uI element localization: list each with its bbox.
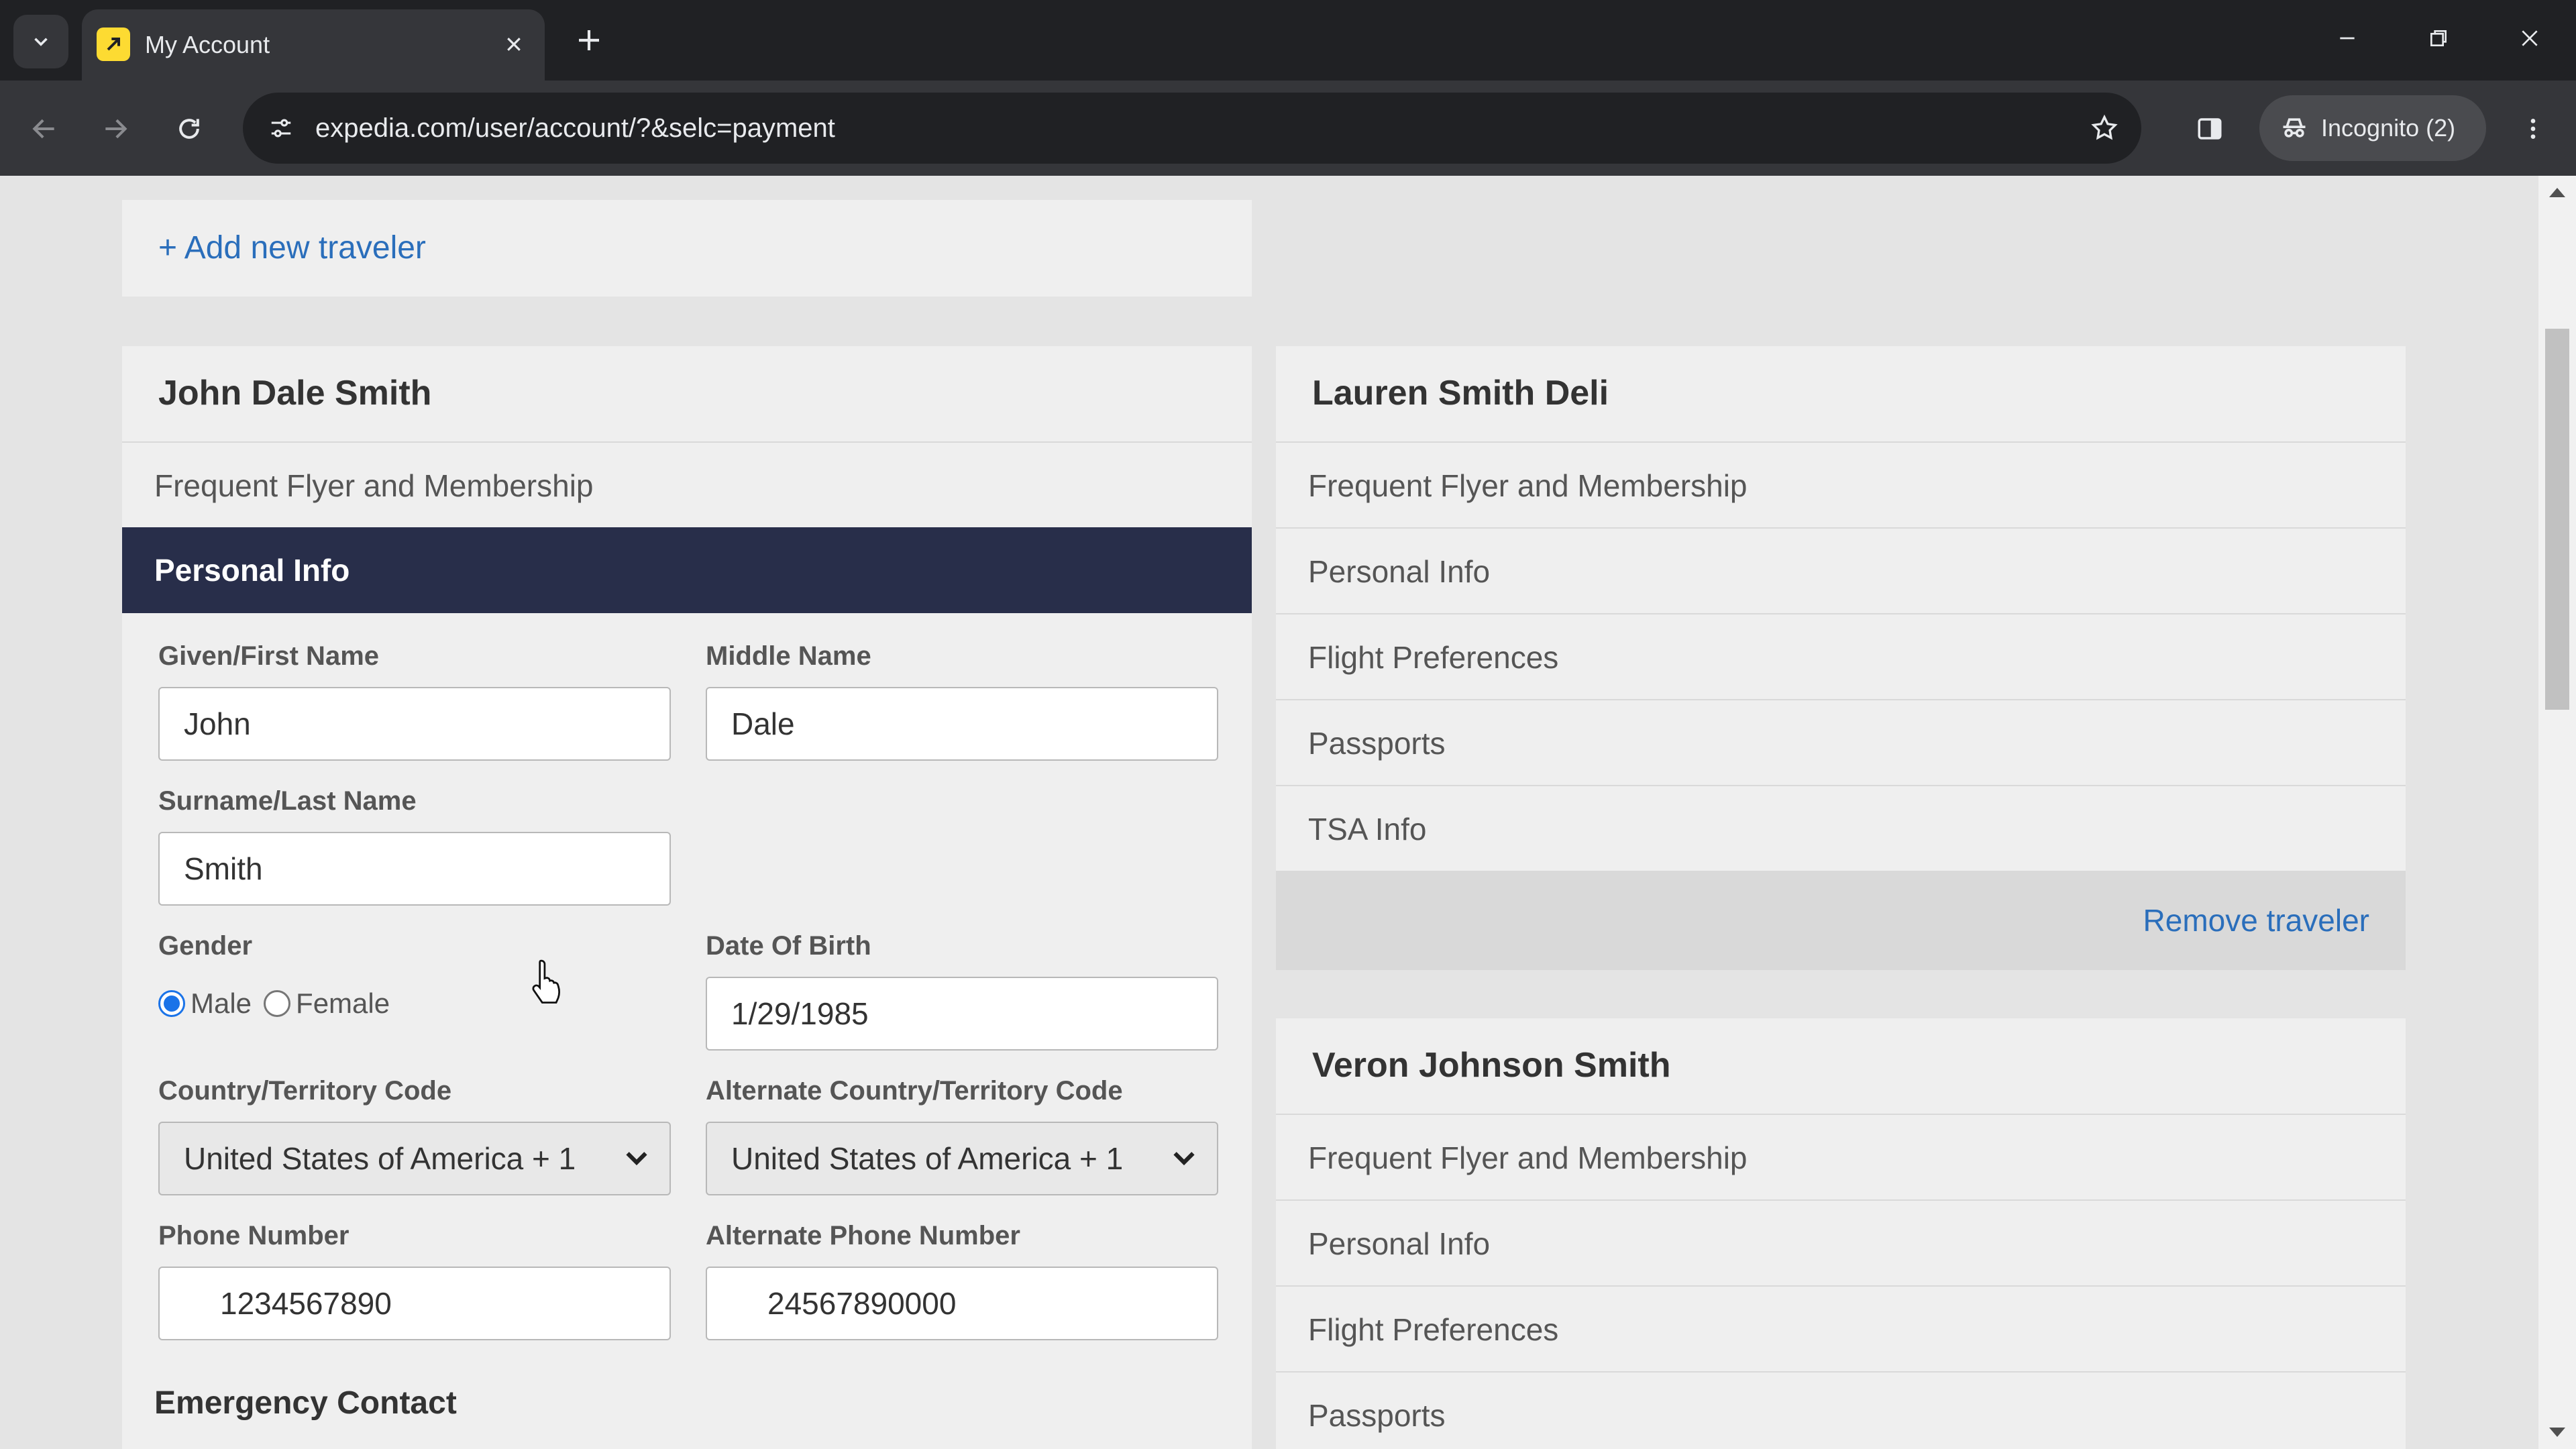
alt-country-code-select[interactable]: United States of America + 1 (706, 1122, 1218, 1195)
restore-icon[interactable] (2402, 9, 2475, 67)
section-label: Frequent Flyer and Membership (1308, 468, 1748, 503)
url-text: expedia.com/user/account/?&selc=payment (315, 113, 835, 143)
section-label: Frequent Flyer and Membership (154, 468, 594, 503)
traveler-name: John Dale Smith (158, 374, 432, 413)
section-label: Personal Info (1308, 1226, 1491, 1261)
remove-traveler-link[interactable]: Remove traveler (2143, 871, 2369, 970)
emergency-contact-heading: Emergency Contact (154, 1385, 457, 1421)
alt-country-code-value: United States of America + 1 (731, 1141, 1124, 1176)
chevron-down-icon (1173, 1152, 1195, 1166)
section-label: Frequent Flyer and Membership (1308, 1140, 1748, 1175)
traveler-name: Lauren Smith Deli (1312, 374, 1609, 413)
tab-close-icon[interactable] (495, 25, 533, 63)
expedia-favicon-icon (97, 28, 130, 61)
country-code-label: Country/Territory Code (158, 1076, 452, 1106)
traveler-card: Lauren Smith Deli Frequent Flyer and Mem… (1276, 346, 2406, 970)
alt-phone-input[interactable] (706, 1267, 1218, 1340)
back-arrow-icon[interactable] (20, 105, 68, 153)
hand-cursor-icon (532, 959, 560, 1004)
phone-input[interactable] (158, 1267, 671, 1340)
alt-phone-label: Alternate Phone Number (706, 1221, 1020, 1250)
section-label: Flight Preferences (1308, 1312, 1559, 1347)
browser-toolbar: expedia.com/user/account/?&selc=payment … (0, 80, 2576, 176)
add-traveler-card: + Add new traveler (122, 200, 1252, 297)
country-code-select[interactable]: United States of America + 1 (158, 1122, 671, 1195)
section-label: Personal Info (154, 553, 350, 588)
traveler-card: Veron Johnson Smith Frequent Flyer and M… (1276, 1018, 2406, 1449)
scroll-up-arrow-icon[interactable] (2548, 185, 2567, 199)
section-frequent-flyer[interactable]: Frequent Flyer and Membership (1276, 1114, 2406, 1199)
section-personal-info[interactable]: Personal Info (1276, 1199, 2406, 1285)
traveler-name: Veron Johnson Smith (1312, 1046, 1671, 1085)
reload-icon[interactable] (165, 105, 213, 153)
section-tsa-info[interactable]: TSA Info (1276, 785, 2406, 871)
remove-traveler-row: Remove traveler (1276, 871, 2406, 970)
gender-radio-group: Male Female (158, 983, 402, 1024)
last-name-label: Surname/Last Name (158, 786, 417, 816)
gender-female-radio[interactable] (264, 990, 291, 1017)
minimize-icon[interactable] (2310, 9, 2384, 67)
phone-label: Phone Number (158, 1221, 350, 1250)
new-tab-plus-icon[interactable] (568, 19, 610, 62)
section-frequent-flyer[interactable]: Frequent Flyer and Membership (122, 441, 1252, 527)
section-label: Flight Preferences (1308, 640, 1559, 675)
chevron-down-icon (626, 1152, 647, 1166)
scroll-down-arrow-icon[interactable] (2548, 1426, 2567, 1440)
last-name-input[interactable] (158, 832, 671, 906)
section-personal-info[interactable]: Personal Info (1276, 527, 2406, 613)
country-code-value: United States of America + 1 (184, 1141, 576, 1176)
section-passports[interactable]: Passports (1276, 1371, 2406, 1449)
dob-input[interactable] (706, 977, 1218, 1051)
section-label: Passports (1308, 1398, 1446, 1433)
page-scrollbar[interactable] (2538, 176, 2576, 1449)
bookmark-star-icon[interactable] (2082, 106, 2127, 150)
incognito-badge[interactable]: Incognito (2) (2259, 95, 2486, 161)
active-tab[interactable]: My Account (82, 9, 545, 80)
gender-male-label: Male (191, 987, 252, 1019)
dob-label: Date Of Birth (706, 931, 871, 961)
section-label: TSA Info (1308, 812, 1427, 847)
middle-name-input[interactable] (706, 687, 1218, 761)
first-name-input[interactable] (158, 687, 671, 761)
section-frequent-flyer[interactable]: Frequent Flyer and Membership (1276, 441, 2406, 527)
section-flight-preferences[interactable]: Flight Preferences (1276, 1285, 2406, 1371)
chevron-down-icon (34, 38, 48, 46)
incognito-icon (2283, 118, 2306, 138)
section-label: Passports (1308, 726, 1446, 761)
section-flight-preferences[interactable]: Flight Preferences (1276, 613, 2406, 699)
gender-female-label: Female (296, 987, 390, 1019)
section-personal-info-header[interactable]: Personal Info (122, 527, 1252, 613)
scrollbar-thumb[interactable] (2545, 329, 2569, 710)
gender-label: Gender (158, 931, 253, 961)
middle-name-label: Middle Name (706, 641, 871, 671)
window-close-icon[interactable] (2493, 9, 2567, 67)
side-panel-icon[interactable] (2186, 105, 2234, 153)
section-label: Personal Info (1308, 554, 1491, 589)
page-viewport: + Add new traveler John Dale Smith Frequ… (0, 176, 2576, 1449)
section-passports[interactable]: Passports (1276, 699, 2406, 785)
kebab-menu-icon[interactable] (2509, 105, 2557, 153)
add-new-traveler-link[interactable]: + Add new traveler (158, 200, 426, 297)
site-settings-icon[interactable] (259, 106, 303, 150)
alt-country-code-label: Alternate Country/Territory Code (706, 1076, 1123, 1106)
gender-male-radio[interactable] (158, 990, 185, 1017)
primary-traveler-card: John Dale Smith Frequent Flyer and Membe… (122, 346, 1252, 1449)
incognito-label: Incognito (2) (2321, 114, 2456, 142)
tab-search-button[interactable] (13, 15, 68, 68)
first-name-label: Given/First Name (158, 641, 380, 671)
tab-title: My Account (145, 31, 270, 58)
forward-arrow-icon[interactable] (91, 105, 140, 153)
browser-tab-strip: My Account (0, 0, 2576, 80)
address-bar[interactable]: expedia.com/user/account/?&selc=payment (243, 93, 2141, 164)
